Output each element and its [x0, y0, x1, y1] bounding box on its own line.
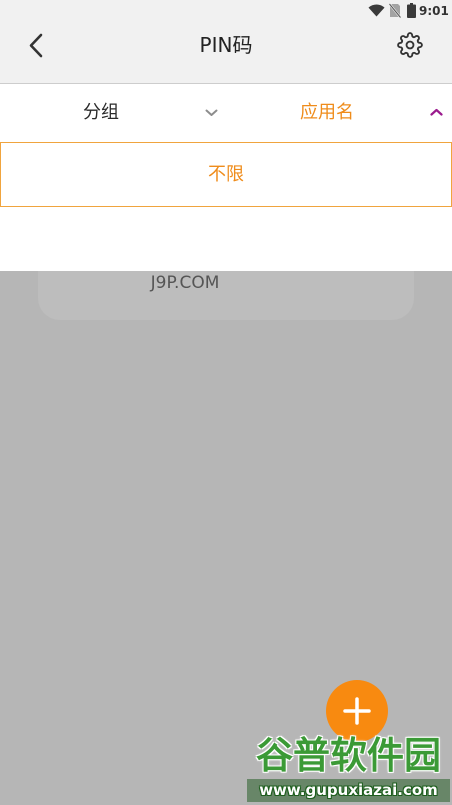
header: 9:01 PIN码 — [0, 0, 452, 84]
no-sim-icon — [389, 3, 401, 18]
app-screen: J9P.COM 9:01 PIN码 分组 应用名 不限 谷普软件园 www.gu… — [0, 0, 452, 805]
filter-app-name-label: 应用名 — [300, 102, 354, 123]
battery-icon — [407, 3, 416, 18]
app-name-dropdown: 不限 — [0, 142, 452, 271]
chevron-down-icon — [205, 109, 218, 116]
plus-icon — [343, 697, 371, 725]
watermark-name: 谷普软件园 — [256, 734, 441, 777]
filter-tab-app-name[interactable]: 应用名 — [226, 84, 452, 142]
filter-bar: 分组 应用名 — [0, 84, 452, 142]
wifi-icon — [368, 4, 385, 17]
watermark-url: www.gupuxiazai.com — [247, 779, 450, 802]
status-bar: 9:01 — [0, 0, 452, 22]
dropdown-option-unlimited[interactable]: 不限 — [0, 142, 452, 207]
filter-group-label: 分组 — [83, 102, 119, 123]
filter-tab-group[interactable]: 分组 — [0, 84, 226, 142]
gear-icon[interactable] — [397, 32, 423, 58]
dropdown-empty-area — [0, 207, 452, 271]
page-title: PIN码 — [199, 33, 253, 57]
card-text: J9P.COM — [150, 273, 220, 293]
watermark: 谷普软件园 www.gupuxiazai.com — [247, 733, 450, 803]
chevron-up-icon — [430, 108, 443, 116]
status-time: 9:01 — [419, 4, 449, 18]
